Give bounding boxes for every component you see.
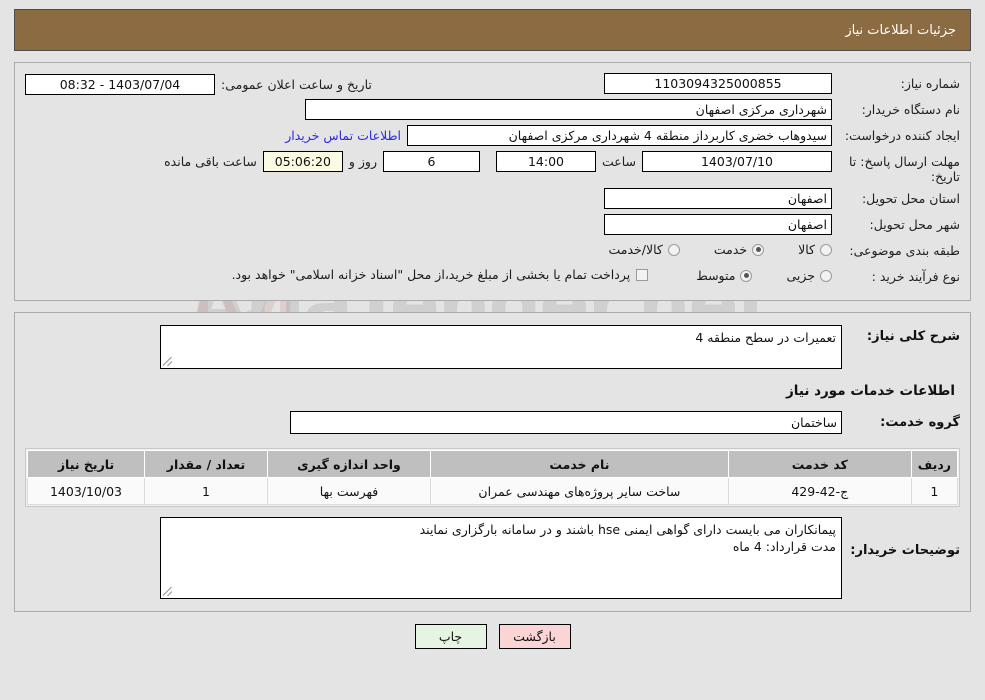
label-category: طبقه بندی موضوعی: [849,243,960,258]
need-details-panel: شرح کلی نیاز: تعمیرات در سطح منطقه 4 اطل… [14,312,971,612]
category-radio-group[interactable]: کالا خدمت کالا/خدمت [574,240,832,257]
radio-icon[interactable] [820,243,832,256]
province-field[interactable]: اصفهان [604,188,832,209]
purchase-type-radio-group[interactable]: جزیی متوسط [662,266,832,283]
treasury-checkbox-label: پرداخت تمام یا بخشی از مبلغ خرید،از محل … [231,267,631,282]
th-name: نام خدمت [430,450,729,478]
label-province: استان محل تحویل: [861,191,960,206]
cell-code: ج-42-429 [727,477,912,505]
radio-icon-selected[interactable] [740,269,753,282]
print-button[interactable]: چاپ [414,624,487,649]
radio-purchase-motavaset[interactable]: متوسط [696,268,753,283]
radio-category-kala-khedmat[interactable]: کالا/خدمت [608,242,680,257]
checkbox-icon[interactable] [636,268,649,281]
row-buyer-notes: توضیحات خریدار: پیمانکاران می بایست دارا… [25,517,960,599]
deadline-time-field[interactable]: 14:00 [495,151,596,172]
label-need-number: شماره نیاز: [900,76,960,91]
radio-category-khedmat[interactable]: خدمت [713,242,765,257]
table-row: 1 ج-42-429 ساخت سایر پروژه‌های مهندسی عم… [27,477,959,505]
form-row-city: شهر محل تحویل: اصفهان [25,214,960,236]
requester-field[interactable]: سیدوهاب خضری کاربرداز منطقه 4 شهرداری مر… [407,125,832,146]
page-title: جزئیات اطلاعات نیاز [845,22,956,38]
label-publish-datetime: تاریخ و ساعت اعلان عمومی: [221,77,372,92]
remaining-clock-field[interactable]: 05:06:20 [262,151,343,172]
label-city: شهر محل تحویل: [869,217,960,232]
label-buyer-org: نام دستگاه خریدار: [861,102,960,117]
th-qty: تعداد / مقدار [144,450,268,478]
radio-label: جزیی [786,268,815,283]
services-table: ردیف کد خدمت نام خدمت واحد اندازه گیری ت… [27,450,959,505]
label-hour-word: ساعت [601,154,636,169]
services-section-title: اطلاعات خدمات مورد نیاز [785,383,955,399]
back-button[interactable]: بازگشت [498,624,571,649]
cell-qty: 1 [144,477,268,505]
publish-datetime-field[interactable]: 1403/07/04 - 08:32 [25,74,215,95]
radio-icon[interactable] [820,269,832,282]
form-row-buyer-org: نام دستگاه خریدار: شهرداری مرکزی اصفهان [25,99,960,121]
form-row-purchase-type: نوع فرآیند خرید : جزیی متوسط پرداخت تمام… [25,266,960,288]
radio-purchase-jozei[interactable]: جزیی [786,268,832,283]
services-table-wrapper: ردیف کد خدمت نام خدمت واحد اندازه گیری ت… [25,448,960,507]
buyer-notes-textarea[interactable]: پیمانکاران می بایست دارای گواهی ایمنی hs… [160,517,842,599]
table-header-row: ردیف کد خدمت نام خدمت واحد اندازه گیری ت… [27,450,959,478]
cell-name: ساخت سایر پروژه‌های مهندسی عمران [430,477,729,505]
radio-label: متوسط [696,268,736,283]
cell-date: 1403/10/03 [27,477,145,505]
label-deadline: مهلت ارسال پاسخ: تا تاریخ: [849,154,960,184]
radio-label: کالا/خدمت [608,242,663,257]
row-need-description: شرح کلی نیاز: تعمیرات در سطح منطقه 4 [25,325,960,369]
label-hours-remaining: ساعت باقی مانده [164,154,257,169]
label-buyer-notes: توضیحات خریدار: [850,543,960,558]
city-field[interactable]: اصفهان [604,214,832,235]
label-requester: ایجاد کننده درخواست: [844,128,960,143]
cell-row: 1 [910,477,959,505]
form-row-province: استان محل تحویل: اصفهان [25,188,960,210]
form-row-deadline: مهلت ارسال پاسخ: تا تاریخ: 1403/07/10 سا… [25,151,960,184]
form-row-need-number: شماره نیاز: 1103094325000855 تاریخ و ساع… [25,73,960,95]
need-info-panel: شماره نیاز: 1103094325000855 تاریخ و ساع… [14,62,971,301]
treasury-checkbox-row[interactable]: پرداخت تمام یا بخشی از مبلغ خرید،از محل … [232,267,649,282]
radio-category-kala[interactable]: کالا [798,242,832,257]
page-title-bar: جزئیات اطلاعات نیاز [14,9,971,51]
radio-label: خدمت [713,242,748,257]
radio-icon[interactable] [667,243,680,256]
form-row-requester: ایجاد کننده درخواست: سیدوهاب خضری کاربرد… [25,125,960,147]
radio-label: کالا [798,242,815,257]
th-row: ردیف [910,450,959,478]
need-description-textarea[interactable]: تعمیرات در سطح منطقه 4 [160,325,842,369]
service-group-field[interactable]: ساختمان [290,411,842,434]
need-number-field[interactable]: 1103094325000855 [604,73,832,94]
deadline-date-field[interactable]: 1403/07/10 [642,151,832,172]
remaining-days-field[interactable]: 6 [382,151,480,172]
form-row-category: طبقه بندی موضوعی: کالا خدمت کالا/خدمت [25,240,960,262]
th-date: تاریخ نیاز [27,450,145,478]
buyer-org-field[interactable]: شهرداری مرکزی اصفهان [305,99,832,120]
label-service-group: گروه خدمت: [880,415,960,430]
label-days-and: روز و [348,154,377,169]
footer-actions: بازگشت چاپ [0,624,985,649]
label-purchase-type: نوع فرآیند خرید : [871,269,960,284]
row-service-group: گروه خدمت: ساختمان [25,411,960,434]
th-code: کد خدمت [727,450,912,478]
label-need-description: شرح کلی نیاز: [866,329,960,344]
buyer-contact-link[interactable]: اطلاعات تماس خریدار [279,128,407,143]
radio-icon-selected[interactable] [752,243,765,256]
th-unit: واحد اندازه گیری [267,450,431,478]
cell-unit: فهرست بها [267,477,431,505]
